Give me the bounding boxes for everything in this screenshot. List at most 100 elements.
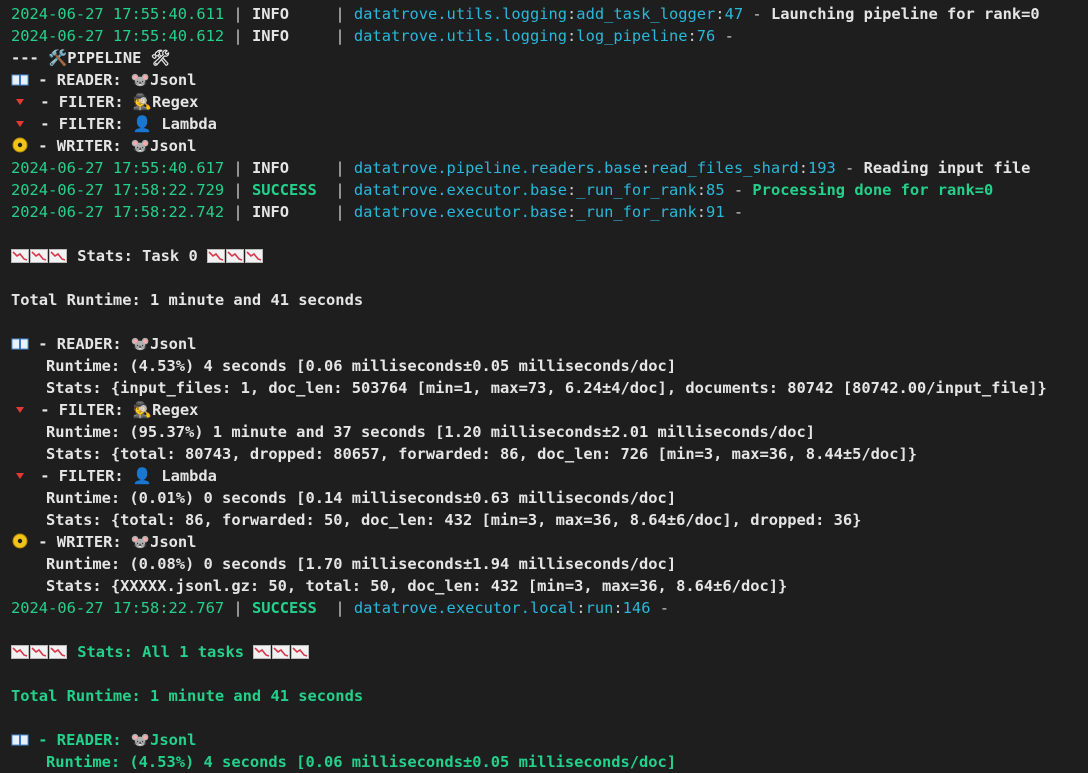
disk-icon bbox=[11, 533, 29, 555]
log-line: Runtime: (4.53%) 4 seconds [0.06 millise… bbox=[0, 355, 1088, 377]
log-line: - WRITER: 🐭Jsonl bbox=[0, 135, 1088, 157]
separator: | bbox=[224, 203, 252, 221]
stat-line: Runtime: (0.01%) 0 seconds [0.14 millise… bbox=[46, 489, 677, 507]
separator: | bbox=[224, 5, 252, 23]
separator: - bbox=[650, 599, 679, 617]
log-timestamp: 2024-06-27 17:55:40.611 bbox=[11, 5, 225, 23]
stat-line: Runtime: (0.08%) 0 seconds [1.70 millise… bbox=[46, 555, 677, 573]
log-timestamp: 2024-06-27 17:58:22.729 bbox=[11, 181, 225, 199]
log-module: datatrove.executor.base bbox=[353, 181, 568, 199]
separator: | bbox=[224, 27, 252, 45]
pipeline-step: - FILTER: 👤 Lambda bbox=[31, 115, 217, 133]
separator: - bbox=[743, 5, 771, 23]
log-timestamp: 2024-06-27 17:55:40.617 bbox=[11, 159, 225, 177]
book-icon bbox=[11, 731, 29, 753]
pipeline-step: - WRITER: 🐭Jsonl bbox=[29, 533, 197, 551]
chart-decreasing-icon bbox=[11, 643, 68, 661]
pipeline-step: - FILTER: 🕵Regex bbox=[31, 93, 199, 111]
log-line: - FILTER: 🕵Regex bbox=[0, 91, 1088, 113]
log-module: datatrove.utils.logging bbox=[353, 5, 568, 23]
stat-line: Stats: {total: 80743, dropped: 80657, fo… bbox=[46, 445, 917, 463]
log-function: read_files_shard bbox=[650, 159, 799, 177]
disk-icon bbox=[11, 137, 29, 159]
log-lineno: 85 bbox=[706, 181, 725, 199]
log-level: SUCCESS bbox=[251, 181, 327, 199]
log-line: - READER: 🐭Jsonl bbox=[0, 729, 1088, 751]
separator: | bbox=[326, 203, 354, 221]
log-line: - WRITER: 🐭Jsonl bbox=[0, 531, 1088, 553]
log-message: Processing done for rank=0 bbox=[752, 181, 994, 199]
separator: - bbox=[724, 181, 753, 199]
stat-line: Stats: {XXXXX.jsonl.gz: 50, total: 50, d… bbox=[46, 577, 788, 595]
separator: - bbox=[715, 27, 744, 45]
log-level: INFO bbox=[251, 5, 327, 23]
stat-line: Runtime: (4.53%) 4 seconds [0.06 millise… bbox=[46, 753, 677, 771]
filter-triangle-icon bbox=[13, 93, 27, 115]
log-level: INFO bbox=[251, 27, 327, 45]
separator: | bbox=[326, 599, 354, 617]
log-line: Stats: {input_files: 1, doc_len: 503764 … bbox=[0, 377, 1088, 399]
text-line: Total Runtime: 1 minute and 41 seconds bbox=[11, 291, 364, 309]
log-timestamp: 2024-06-27 17:58:22.767 bbox=[11, 599, 225, 617]
log-line: Stats: All 1 tasks bbox=[0, 641, 1088, 663]
stats-header: Stats: Task 0 bbox=[68, 247, 207, 265]
log-module: datatrove.pipeline.readers.base bbox=[353, 159, 642, 177]
log-line: Runtime: (0.08%) 0 seconds [1.70 millise… bbox=[0, 553, 1088, 575]
separator: - bbox=[724, 203, 753, 221]
chart-decreasing-icon bbox=[253, 643, 310, 661]
stat-line: Stats: {total: 86, forwarded: 50, doc_le… bbox=[46, 511, 862, 529]
log-lineno: 76 bbox=[696, 27, 716, 45]
separator: - bbox=[835, 159, 864, 177]
log-function: _run_for_rank bbox=[576, 181, 697, 199]
log-level: SUCCESS bbox=[251, 599, 327, 617]
log-timestamp: 2024-06-27 17:55:40.612 bbox=[11, 27, 225, 45]
text-line: Total Runtime: 1 minute and 41 seconds bbox=[11, 687, 364, 705]
pipeline-step: - FILTER: 🕵Regex bbox=[31, 401, 199, 419]
pipeline-step: - READER: 🐭Jsonl bbox=[29, 71, 197, 89]
log-line: Runtime: (0.01%) 0 seconds [0.14 millise… bbox=[0, 487, 1088, 509]
log-line: Runtime: (95.37%) 1 minute and 37 second… bbox=[0, 421, 1088, 443]
pipeline-step: - READER: 🐭Jsonl bbox=[29, 731, 197, 749]
separator: | bbox=[326, 181, 354, 199]
terminal-output: 2024-06-27 17:55:40.611 | INFO | datatro… bbox=[0, 0, 1088, 773]
log-function: log_pipeline bbox=[576, 27, 688, 45]
log-lineno: 47 bbox=[724, 5, 744, 23]
filter-triangle-icon bbox=[13, 401, 27, 423]
log-line: 2024-06-27 17:55:40.617 | INFO | datatro… bbox=[11, 159, 1031, 177]
log-line: Total Runtime: 1 minute and 41 seconds bbox=[0, 289, 1088, 311]
log-module: datatrove.utils.logging bbox=[353, 27, 568, 45]
separator: | bbox=[326, 27, 354, 45]
separator: | bbox=[326, 5, 354, 23]
filter-triangle-icon bbox=[13, 115, 27, 137]
log-lineno: 193 bbox=[807, 159, 836, 177]
log-line: - READER: 🐭Jsonl bbox=[0, 333, 1088, 355]
chart-decreasing-icon bbox=[207, 247, 264, 265]
log-function: add_task_logger bbox=[576, 5, 716, 23]
pipeline-step: - WRITER: 🐭Jsonl bbox=[29, 137, 197, 155]
filter-triangle-icon bbox=[13, 467, 27, 489]
log-line: - FILTER: 👤 Lambda bbox=[0, 465, 1088, 487]
log-line: Stats: {XXXXX.jsonl.gz: 50, total: 50, d… bbox=[0, 575, 1088, 597]
log-line: 2024-06-27 17:58:22.742 | INFO | datatro… bbox=[11, 203, 753, 221]
log-function: run bbox=[585, 599, 614, 617]
chart-decreasing-icon bbox=[11, 247, 68, 265]
log-line: 2024-06-27 17:55:40.611 | INFO | datatro… bbox=[11, 5, 1040, 23]
separator: | bbox=[326, 159, 354, 177]
log-level: INFO bbox=[251, 159, 327, 177]
log-line: 2024-06-27 17:58:22.729 | SUCCESS | data… bbox=[11, 181, 994, 199]
log-line: - FILTER: 🕵Regex bbox=[0, 399, 1088, 421]
separator: | bbox=[224, 159, 252, 177]
book-icon bbox=[11, 335, 29, 357]
log-line: 2024-06-27 17:55:40.612 | INFO | datatro… bbox=[11, 27, 744, 45]
pipeline-step: - READER: 🐭Jsonl bbox=[29, 335, 197, 353]
log-lineno: 91 bbox=[706, 203, 725, 221]
text-line: --- 🛠️PIPELINE 🛠 bbox=[11, 49, 171, 67]
log-function: _run_for_rank bbox=[576, 203, 697, 221]
book-icon bbox=[11, 71, 29, 93]
stat-line: Runtime: (95.37%) 1 minute and 37 second… bbox=[46, 423, 816, 441]
